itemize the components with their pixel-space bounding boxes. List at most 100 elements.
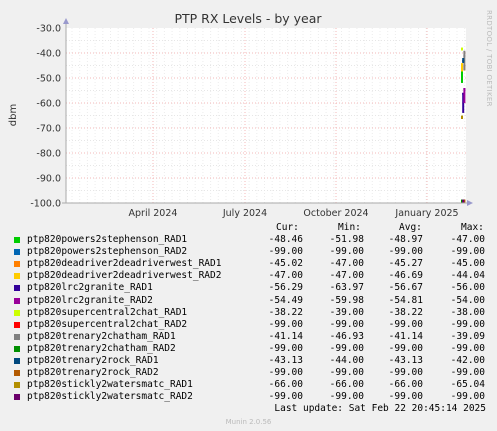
legend-row: ptp820supercentral2chat_RAD1 -38.22 -39.00… <box>14 307 486 319</box>
legend-max: -39.09 <box>450 330 485 342</box>
legend-swatch <box>14 261 20 268</box>
legend-cur: -47.00 <box>268 270 303 282</box>
legend-avg: -54.81 <box>388 294 423 306</box>
y-tick-label: -100.0 <box>30 199 61 210</box>
legend-avg: -46.69 <box>388 270 423 282</box>
legend-cur: -48.46 <box>268 234 303 246</box>
legend-swatch <box>14 309 20 316</box>
series-current-point <box>461 117 463 119</box>
legend-avg: -43.13 <box>388 355 423 367</box>
legend-min: -99.00 <box>329 342 364 354</box>
y-tick-label: -80.0 <box>36 149 61 160</box>
x-axis-arrow <box>467 200 473 206</box>
y-axis-label: dbm <box>8 104 19 126</box>
legend-cur: -66.00 <box>268 379 303 391</box>
legend-max: -99.00 <box>450 391 485 403</box>
y-axis-arrow <box>63 18 69 24</box>
legend-avg: -48.97 <box>388 234 423 246</box>
legend-series-name: ptp820powers2stephenson_RAD1 <box>27 234 188 246</box>
legend-avg: -99.00 <box>388 367 423 379</box>
legend-cur: -45.02 <box>268 258 303 270</box>
legend: Cur: Min: Avg: Max: ptp820powers2stephen… <box>14 222 486 403</box>
legend-max: -99.00 <box>450 367 485 379</box>
legend-min: -99.00 <box>329 367 364 379</box>
legend-series-name: ptp820trenary2rock_RAD2 <box>27 367 159 379</box>
x-tick-labels: April 2024 July 2024 October 2024 January 2… <box>129 208 459 219</box>
legend-avg: -66.00 <box>388 379 423 391</box>
legend-min: -99.00 <box>329 318 364 330</box>
legend-row: ptp820stickly2watersmatc_RAD1 -66.00 -66.0… <box>14 379 486 391</box>
legend-series-name: ptp820trenary2chatham_RAD2 <box>27 342 176 354</box>
legend-header-cur: Cur: <box>276 222 299 233</box>
legend-min: -51.98 <box>329 234 364 246</box>
legend-max: -38.00 <box>450 306 485 318</box>
legend-min: -47.00 <box>329 258 364 270</box>
legend-series-name: ptp820lrc2granite_RAD2 <box>27 294 153 306</box>
series-current-point <box>463 54 466 57</box>
legend-avg: -38.22 <box>388 306 423 318</box>
legend-row: ptp820lrc2granite_RAD1 -56.29 -63.97 -56.67… <box>14 282 486 294</box>
legend-avg: -99.00 <box>388 342 423 354</box>
legend-swatch <box>14 321 20 328</box>
legend-row: ptp820trenary2chatham_RAD2 -99.00 -99.00 -9… <box>14 343 486 355</box>
legend-series-name: ptp820supercentral2chat_RAD2 <box>27 318 188 330</box>
legend-row: ptp820deadriver2deadriverwest_RAD2 -47.00… <box>14 270 486 282</box>
legend-min: -99.00 <box>329 391 364 403</box>
legend-cur: -99.00 <box>268 367 303 379</box>
legend-cur: -56.29 <box>268 282 303 294</box>
legend-header: Cur: Min: Avg: Max: <box>14 222 486 234</box>
legend-min: -39.00 <box>329 306 364 318</box>
legend-cur: -99.00 <box>268 391 303 403</box>
legend-cur: -43.13 <box>268 355 303 367</box>
legend-avg: -56.67 <box>388 282 423 294</box>
legend-swatch <box>14 285 20 292</box>
legend-max: -45.00 <box>450 258 485 270</box>
legend-max: -99.00 <box>450 318 485 330</box>
legend-avg: -45.27 <box>388 258 423 270</box>
legend-swatch <box>14 297 20 304</box>
legend-series-name: ptp820lrc2granite_RAD1 <box>27 282 153 294</box>
legend-min: -63.97 <box>329 282 364 294</box>
legend-row: ptp820powers2stephenson_RAD1 -48.46 -51.98… <box>14 234 486 246</box>
legend-avg: -99.00 <box>388 391 423 403</box>
y-tick-label: -70.0 <box>36 124 61 135</box>
legend-max: -42.00 <box>450 355 485 367</box>
y-tick-label: -50.0 <box>36 74 61 85</box>
legend-max: -47.00 <box>450 234 485 246</box>
legend-header-min: Min: <box>338 222 361 233</box>
legend-series-name: ptp820supercentral2chat_RAD1 <box>27 306 188 318</box>
legend-min: -99.00 <box>329 246 364 258</box>
legend-row: ptp820trenary2chatham_RAD1 -41.14 -46.93 -4… <box>14 331 486 343</box>
y-tick-label: -40.0 <box>36 49 61 60</box>
legend-series-name: ptp820deadriver2deadriverwest_RAD1 <box>27 258 222 270</box>
legend-min: -59.98 <box>329 294 364 306</box>
last-update: Last update: Sat Feb 22 20:45:14 2025 <box>274 403 486 414</box>
y-tick-labels: -30.0 -40.0 -50.0 -60.0 -70.0 -80.0 -90.0 -100.… <box>30 24 61 210</box>
legend-cur: -41.14 <box>268 330 303 342</box>
legend-row: ptp820trenary2rock_RAD1 -43.13 -44.00 -43.1… <box>14 355 486 367</box>
legend-swatch <box>14 345 20 352</box>
legend-header-avg: Avg: <box>399 222 422 233</box>
legend-swatch <box>14 370 20 377</box>
legend-series-name: ptp820powers2stephenson_RAD2 <box>27 246 188 258</box>
legend-series-name: ptp820trenary2rock_RAD1 <box>27 355 159 367</box>
series-current-point <box>462 59 465 62</box>
legend-min: -66.00 <box>329 379 364 391</box>
series-current-point <box>461 69 463 72</box>
legend-swatch <box>14 333 20 340</box>
legend-swatch <box>14 237 20 244</box>
legend-series-name: ptp820deadriver2deadriverwest_RAD2 <box>27 270 222 282</box>
legend-row: ptp820supercentral2chat_RAD2 -99.00 -99.00… <box>14 319 486 331</box>
legend-cur: -38.22 <box>268 306 303 318</box>
legend-min: -47.00 <box>329 270 364 282</box>
legend-cur: -99.00 <box>268 342 303 354</box>
legend-max: -99.00 <box>450 342 485 354</box>
legend-header-max: Max: <box>461 222 484 233</box>
legend-min: -44.00 <box>329 355 364 367</box>
legend-row: ptp820stickly2watersmatc_RAD2 -99.00 -99.0… <box>14 391 486 403</box>
chart-title: PTP RX Levels - by year <box>174 11 322 26</box>
legend-cur: -99.00 <box>268 318 303 330</box>
legend-cur: -99.00 <box>268 246 303 258</box>
munin-version: Munin 2.0.56 <box>225 418 272 426</box>
x-tick-label: October 2024 <box>303 208 368 219</box>
